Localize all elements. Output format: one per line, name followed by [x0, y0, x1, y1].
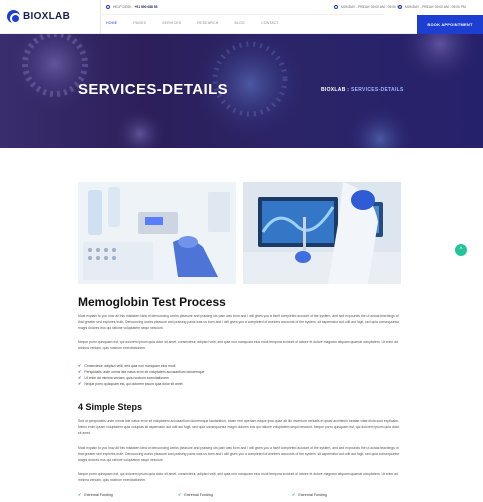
- phone-icon: [106, 5, 110, 9]
- help-label: HELP DESK: [113, 5, 132, 9]
- nav-pages[interactable]: PAGES: [133, 21, 146, 25]
- steps-title: 4 Simple Steps: [78, 402, 143, 412]
- lab-photo-left: [78, 182, 236, 284]
- check-icon: ✔: [292, 492, 296, 497]
- funding-label: Extrernal Funding: [184, 492, 213, 497]
- nav-contact[interactable]: CONTACT: [261, 21, 279, 25]
- header-divider: [100, 0, 101, 34]
- second-paragraph: Neque porro quisquam est, qui dolorem ip…: [78, 340, 398, 350]
- brand-name: BIOXLAB: [23, 11, 71, 22]
- phone-number[interactable]: +91 590 088 55: [134, 5, 157, 9]
- nav-blog[interactable]: BLOG: [234, 21, 245, 25]
- steps-paragraph-3: Neque porro quisquam est, qui dolorem ip…: [78, 472, 398, 482]
- hours-2: MONDAY - FRIDAY 09:00 AM - 05:00 PM: [398, 5, 466, 9]
- list-item-text: Neque porro quisquam est, qui dolorem ip…: [84, 382, 183, 386]
- lab-image-1: [78, 182, 236, 284]
- page-hero: SERVICES-DETAILS BIOXLAB : SERVICES-DETA…: [0, 34, 483, 148]
- funding-item: ✔ Extrernal Funding: [292, 492, 327, 497]
- list-item: ✔ Neque porro quisquam est, qui dolorem i…: [78, 381, 204, 387]
- checklist: ✔ Consectetur, adipisci velit, sed quia n…: [78, 363, 204, 387]
- logo[interactable]: BIOXLAB: [7, 10, 71, 24]
- scroll-top-button[interactable]: ^: [455, 244, 467, 256]
- main-nav: HOME PAGES SERVICES RESEARCH BLOG CONTAC…: [106, 21, 279, 25]
- hours-text: MONDAY - FRIDAY 09:00 AM - 05:00 PM: [341, 5, 402, 9]
- site-header: BIOXLAB HELP DESK +91 590 088 55 MONDAY …: [0, 0, 483, 34]
- hours-1: MONDAY - FRIDAY 09:00 AM - 05:00 PM: [334, 5, 402, 9]
- breadcrumb-home[interactable]: BIOXLAB :: [321, 87, 349, 93]
- section-title: Memoglobin Test Process: [78, 295, 226, 309]
- lab-photo-right: [243, 182, 401, 284]
- breadcrumb-current: SERVICES-DETAILS: [350, 87, 404, 93]
- check-icon: ✔: [78, 492, 82, 497]
- hero-background-image: [7, 34, 480, 148]
- funding-label: Extrernal Funding: [84, 492, 113, 497]
- funding-label: Extrernal Funding: [298, 492, 327, 497]
- breadcrumb: BIOXLAB : SERVICES-DETAILS: [321, 87, 404, 93]
- clock-icon: [334, 5, 338, 9]
- chevron-up-icon: ^: [459, 247, 463, 253]
- header-rule: [100, 14, 383, 15]
- book-appointment-button[interactable]: BOOK APPOINTMENT: [417, 15, 483, 34]
- funding-item: ✔ Extrernal Funding: [78, 492, 113, 497]
- nav-services[interactable]: SERVICES: [162, 21, 181, 25]
- logo-icon: [7, 10, 21, 24]
- help-desk: HELP DESK +91 590 088 55: [106, 5, 157, 9]
- check-icon: ✔: [78, 381, 82, 386]
- steps-paragraph: Sed ut perspiciatis unde omnis iste natu…: [78, 419, 400, 435]
- nav-research[interactable]: RESEARCH: [197, 21, 218, 25]
- intro-paragraph: Must explain to you how all this mistake…: [78, 314, 400, 330]
- nav-home[interactable]: HOME: [106, 21, 117, 25]
- hours-text: MONDAY - FRIDAY 09:00 AM - 05:00 PM: [405, 5, 466, 9]
- clock-icon: [398, 5, 402, 9]
- funding-item: ✔ Extrernal Funding: [178, 492, 213, 497]
- steps-paragraph-2: Must explain to you how all this mistake…: [78, 446, 400, 462]
- check-icon: ✔: [178, 492, 182, 497]
- lab-image-2: [243, 182, 401, 284]
- page-title: SERVICES-DETAILS: [78, 81, 229, 98]
